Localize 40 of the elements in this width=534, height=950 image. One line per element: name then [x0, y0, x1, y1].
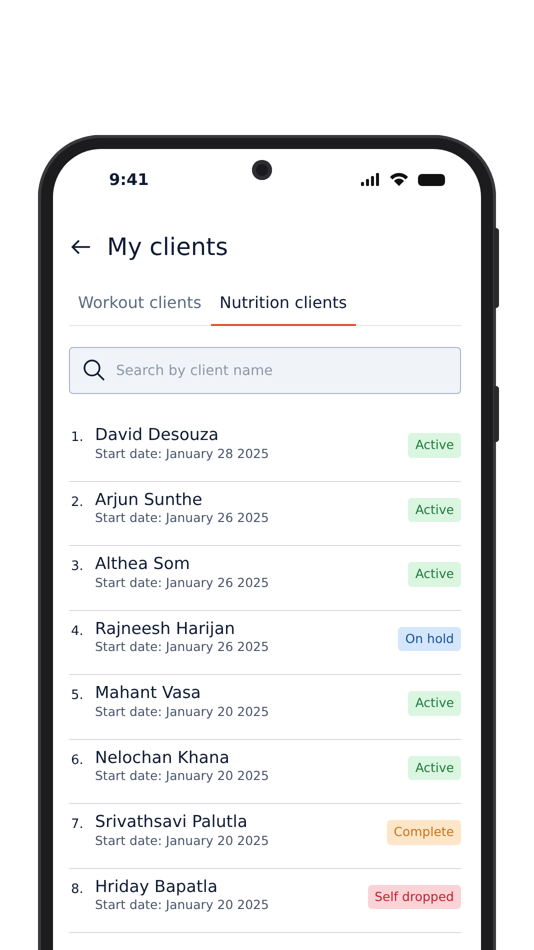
status-time: 9:41: [109, 169, 149, 191]
search-field[interactable]: Search by client name: [69, 347, 461, 394]
start-date: Start date: January 26 2025: [95, 509, 270, 528]
start-date: Start date: January 20 2025: [95, 702, 270, 721]
status-badge: Complete: [386, 820, 461, 845]
start-date: Start date: January 20 2025: [95, 832, 270, 850]
page-title: My clients: [107, 235, 228, 259]
list-number: 6.: [71, 752, 84, 770]
client-name: Srivathsavi Palutla: [95, 812, 248, 832]
client-name: Althea Som: [95, 554, 191, 574]
client-name: Rajneesh Harijan: [95, 618, 236, 638]
status-badge: Active: [408, 498, 461, 522]
status-badge: Active: [408, 756, 461, 780]
start-date: Start date: January 26 2025: [95, 638, 270, 656]
list-number: 1.: [71, 429, 84, 447]
client-name: Mahant Vasa: [95, 683, 202, 703]
client-name: Arjun Sunthe: [95, 490, 204, 510]
start-date: Start date: January 26 2025: [95, 574, 270, 592]
start-date: Start date: January 20 2025: [95, 767, 270, 786]
status-badge: Self dropped: [368, 884, 461, 910]
client-name: Hriday Bapatla: [95, 876, 219, 896]
back-arrow-icon[interactable]: [71, 239, 91, 255]
status-badge: Active: [408, 433, 461, 458]
status-badge: Active: [408, 691, 461, 716]
client-name: Nelochan Khana: [95, 748, 230, 768]
start-date: Start date: January 28 2025: [95, 444, 270, 463]
list-number: 4.: [71, 622, 84, 640]
camera-icon: [252, 160, 272, 180]
list-number: 7.: [71, 816, 84, 834]
tab[interactable]: Nutrition clients: [210, 285, 356, 326]
start-date: Start date: January 20 2025: [95, 896, 270, 914]
tab[interactable]: Workout clients: [69, 285, 211, 326]
status-badge: On hold: [398, 626, 461, 652]
client-name: David Desouza: [95, 425, 220, 445]
list-number: 5.: [71, 687, 84, 705]
status-badge: Active: [408, 562, 461, 587]
list-number: 2.: [71, 494, 84, 512]
list-number: 8.: [71, 880, 84, 898]
search-icon: [83, 359, 105, 381]
list-number: 3.: [71, 558, 84, 576]
